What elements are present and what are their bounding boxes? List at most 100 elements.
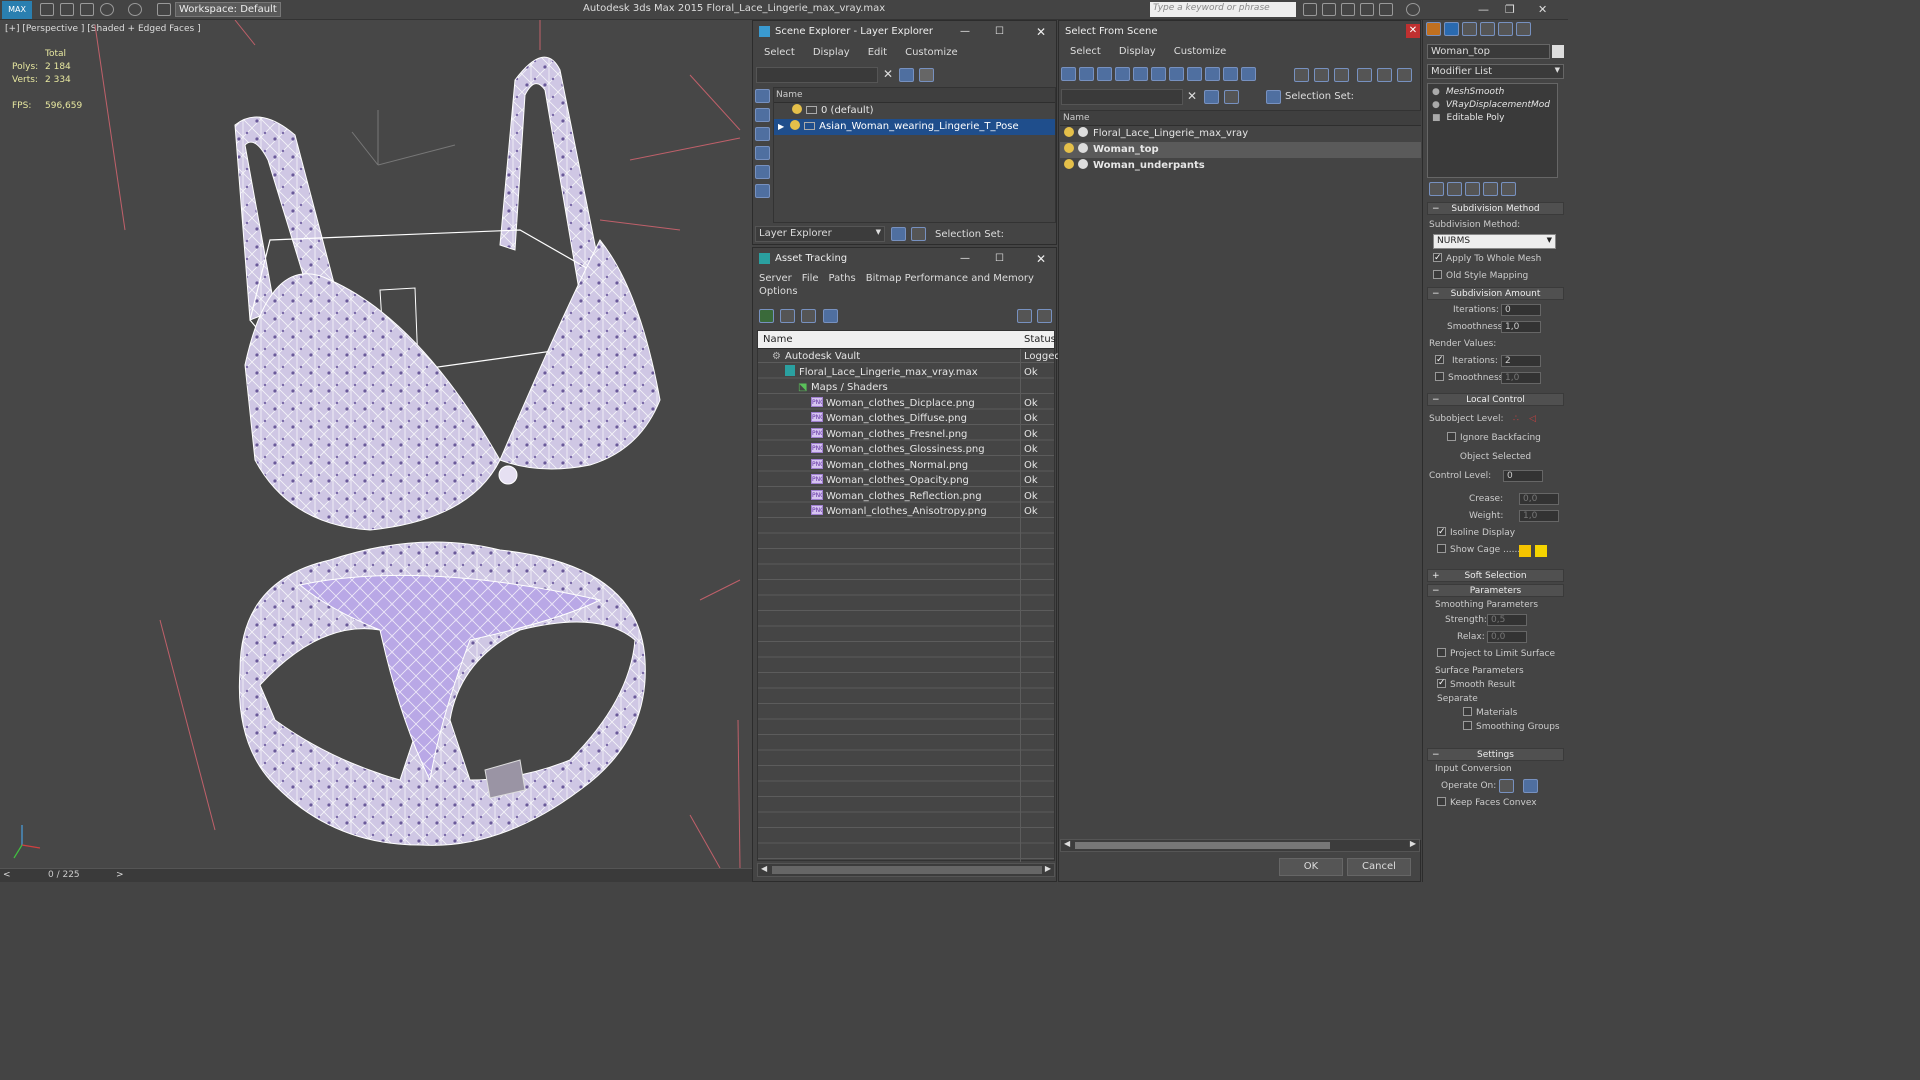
- display-geometry-icon[interactable]: [755, 108, 770, 122]
- smoothness-spinner[interactable]: 1,0: [1501, 321, 1541, 333]
- render-smoothness-spinner[interactable]: 1,0: [1501, 372, 1541, 384]
- asset-row[interactable]: PNGWoman_clothes_Reflection.png Ok: [758, 489, 1054, 505]
- layer-row-asian-woman[interactable]: ▶ Asian_Woman_wearing_Lingerie_T_Pose: [774, 119, 1055, 135]
- layer-explorer-icon[interactable]: [891, 227, 906, 241]
- bulb-icon[interactable]: ●: [1432, 100, 1440, 110]
- vertex-icon[interactable]: ∴: [1513, 408, 1519, 430]
- operate-on-polygon-icon[interactable]: [1523, 779, 1538, 793]
- remove-modifier-icon[interactable]: [1483, 182, 1498, 196]
- keep-faces-convex-checkbox[interactable]: [1437, 797, 1446, 806]
- refresh-icon[interactable]: [759, 309, 774, 323]
- column-name[interactable]: Name: [758, 334, 793, 345]
- close-icon[interactable]: ✕: [1036, 248, 1046, 270]
- scroll-thumb[interactable]: [1075, 842, 1330, 849]
- minimize-icon[interactable]: —: [960, 21, 970, 43]
- tree-view-icon[interactable]: [801, 309, 817, 323]
- asset-row[interactable]: Floral_Lace_Lingerie_max_vray.max Ok: [758, 364, 1054, 381]
- select-search-input[interactable]: [1061, 89, 1183, 105]
- filter-containers-icon[interactable]: [1241, 67, 1256, 81]
- show-cage-checkbox[interactable]: [1437, 544, 1446, 553]
- filter-icon[interactable]: [899, 68, 914, 82]
- render-iterations-checkbox[interactable]: [1435, 352, 1444, 369]
- cage-color-1-swatch[interactable]: [1519, 545, 1531, 557]
- rollout-subdivision-amount[interactable]: − Subdivision Amount: [1427, 287, 1564, 300]
- operate-on-triangle-icon[interactable]: [1499, 779, 1514, 793]
- display-objects-icon[interactable]: [755, 89, 770, 103]
- help-icon[interactable]: [1406, 3, 1420, 16]
- show-end-result-icon[interactable]: [1447, 182, 1462, 196]
- asset-row[interactable]: ⚙ Autodesk Vault Logged: [758, 349, 1061, 365]
- menu-select[interactable]: Select: [1070, 46, 1101, 57]
- layer-icon[interactable]: [1224, 90, 1239, 104]
- layer-tools-icon[interactable]: [919, 68, 934, 82]
- app-logo[interactable]: MAX: [2, 1, 32, 19]
- scene-object-row[interactable]: Floral_Lace_Lingerie_max_vray: [1060, 126, 1421, 142]
- select-none-icon[interactable]: [1314, 68, 1329, 82]
- menu-display[interactable]: Display: [813, 47, 850, 58]
- edge-icon[interactable]: ◁: [1529, 408, 1536, 430]
- ignore-backfacing-checkbox[interactable]: [1447, 432, 1456, 441]
- menu-options[interactable]: Options: [759, 286, 798, 297]
- close-icon[interactable]: ✕: [1406, 24, 1420, 38]
- clear-search-icon[interactable]: ✕: [1187, 89, 1197, 103]
- binoculars-icon[interactable]: [1303, 3, 1317, 16]
- menu-edit[interactable]: Edit: [868, 47, 887, 58]
- asset-row[interactable]: ⬔ Maps / Shaders: [758, 380, 1054, 396]
- asset-horizontal-scrollbar[interactable]: ◀ ▶: [757, 863, 1055, 877]
- scroll-right-icon[interactable]: ▶: [1410, 839, 1416, 848]
- utilities-tab-icon[interactable]: [1516, 22, 1531, 36]
- minimize-icon[interactable]: —: [960, 248, 970, 270]
- star-icon[interactable]: [1360, 3, 1374, 16]
- filter-helpers-icon[interactable]: [1151, 67, 1166, 81]
- time-slider[interactable]: < 0 / 225 >: [0, 868, 752, 882]
- cage-color-2-swatch[interactable]: [1535, 545, 1547, 557]
- weight-spinner[interactable]: 1,0: [1519, 510, 1559, 522]
- layer-row-default[interactable]: 0 (default): [774, 103, 1055, 119]
- undo-icon[interactable]: [100, 3, 114, 16]
- light-bulb-icon[interactable]: [1064, 143, 1074, 153]
- relax-spinner[interactable]: 0,0: [1487, 631, 1527, 643]
- filter-shapes-icon[interactable]: [1097, 67, 1112, 81]
- scroll-thumb[interactable]: [772, 866, 1042, 874]
- close-icon[interactable]: ✕: [1036, 21, 1046, 43]
- object-name-field[interactable]: Woman_top: [1427, 44, 1550, 59]
- isoline-display-checkbox[interactable]: [1437, 524, 1446, 541]
- redo-icon[interactable]: [128, 3, 142, 16]
- filter-bones-icon[interactable]: [1223, 67, 1238, 81]
- modify-tab-icon[interactable]: [1444, 22, 1459, 36]
- workspace-dropdown[interactable]: Workspace: Default: [175, 2, 281, 17]
- pin-stack-icon[interactable]: [1429, 182, 1444, 196]
- tools-icon[interactable]: [1341, 3, 1355, 16]
- asset-row[interactable]: PNGWoman_clothes_Opacity.png Ok: [758, 473, 1054, 489]
- filter-funnel-icon[interactable]: [1357, 68, 1372, 82]
- strength-spinner[interactable]: 0,5: [1487, 614, 1527, 626]
- scroll-right-icon[interactable]: ▶: [1045, 864, 1051, 873]
- object-color-swatch[interactable]: [1552, 45, 1564, 58]
- filter-lights-icon[interactable]: [1115, 67, 1130, 81]
- asset-row[interactable]: PNGWoman_clothes_Glossiness.png Ok: [758, 442, 1054, 458]
- project-folder-icon[interactable]: [157, 3, 171, 16]
- filter-icon[interactable]: [1204, 90, 1219, 104]
- stack-item-vraydisplacement[interactable]: ● VRayDisplacementMod: [1428, 99, 1557, 112]
- rollout-soft-selection[interactable]: + Soft Selection: [1427, 569, 1564, 582]
- rollout-settings[interactable]: − Settings: [1427, 748, 1564, 761]
- display-lights-icon[interactable]: [755, 146, 770, 160]
- menu-display[interactable]: Display: [1119, 46, 1156, 57]
- materials-checkbox[interactable]: [1463, 707, 1472, 716]
- smooth-result-checkbox[interactable]: [1437, 676, 1446, 690]
- crease-spinner[interactable]: 0,0: [1519, 493, 1559, 505]
- keyword-search-input[interactable]: Type a keyword or phrase: [1150, 2, 1296, 17]
- rollout-subdivision-method[interactable]: − Subdivision Method: [1427, 202, 1564, 215]
- scene-search-input[interactable]: [756, 67, 878, 83]
- collapse-icon[interactable]: [1397, 68, 1412, 82]
- filter-geometry-icon[interactable]: [1079, 67, 1094, 81]
- expand-arrow-icon[interactable]: ▶: [778, 122, 784, 131]
- explorer-type-dropdown[interactable]: Layer Explorer ▼: [755, 226, 885, 242]
- hierarchy-tab-icon[interactable]: [1462, 22, 1477, 36]
- menu-bitmap[interactable]: Bitmap Performance and Memory: [866, 273, 1034, 284]
- table-view-icon[interactable]: [822, 309, 838, 323]
- rollout-local-control[interactable]: − Local Control: [1427, 393, 1564, 406]
- open-file-icon[interactable]: [60, 3, 74, 16]
- menu-customize[interactable]: Customize: [905, 47, 958, 58]
- scroll-left-icon[interactable]: ◀: [761, 864, 767, 873]
